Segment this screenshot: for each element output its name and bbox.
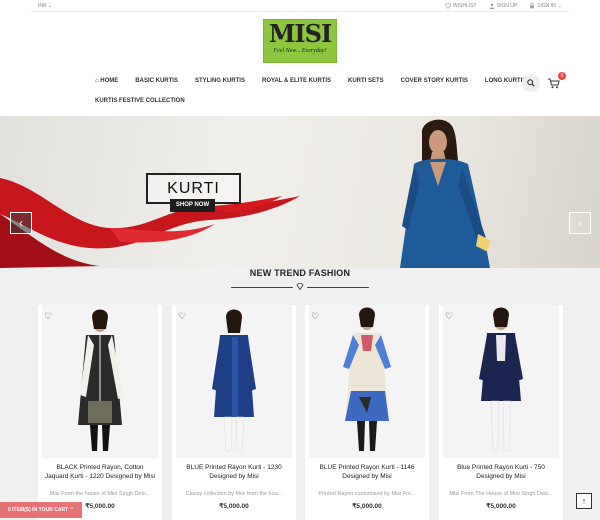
cart-icon [548,78,560,88]
lock-icon [530,3,534,9]
slider-prev-button[interactable]: ‹ [10,212,32,234]
site-logo[interactable]: MISI Feel New... Everyday! [263,19,337,63]
nav-item-kurti-sets[interactable]: KURTI SETS [348,78,384,84]
product-description: Misi From the house of Mini Singh Desi..… [49,491,151,497]
cart-count-badge: 0 [558,72,566,80]
title-divider-left [231,287,293,288]
product-image[interactable] [309,305,425,458]
heart-icon [444,3,451,9]
chevron-up-icon: ⌃ [69,507,74,513]
wishlist-heart-icon[interactable]: ♡ [44,311,52,322]
product-card[interactable]: ♡ Blue Printed Rayon Kurti - 750 Designe… [439,305,563,520]
currency-label: INR [38,3,47,9]
product-name[interactable]: Blue Printed Rayon Kurti - 750 Designed … [445,463,557,481]
wishlist-heart-icon[interactable]: ♡ [178,311,186,322]
product-description: Classy collection by Misi from the hou..… [185,491,283,497]
product-card[interactable]: ♡ BLUE Printed Rayon Kurti - 1146 Design… [305,305,429,520]
model-image [400,119,490,268]
nav-item-cover-story[interactable]: COVER STORY KURTIS [401,78,468,84]
product-photo [343,307,391,451]
logo-brand: MISI [268,19,332,48]
wishlist-heart-icon[interactable]: ♡ [311,311,319,322]
title-divider-right [307,287,369,288]
search-button[interactable] [522,74,540,92]
chevron-right-icon: › [578,216,582,230]
product-photo [78,309,124,451]
hero-banner: KURTI [0,116,600,268]
product-image[interactable] [42,305,158,458]
top-utility-bar: INR ⌄ WISHLIST SIGN UP SIGN IN ⌄ [0,0,600,12]
product-photo [212,309,256,452]
nav-item-styling-kurtis[interactable]: STYLING KURTIS [195,78,245,84]
nav-item-royal-elite[interactable]: ROYAL & ELITE KURTIS [262,78,331,84]
product-name[interactable]: BLUE Printed Rayon Kurti - 1230 Designed… [178,463,290,481]
product-description: Misi From The House of Mini Singh Desi..… [449,491,553,497]
diamond-icon [296,283,304,290]
product-card[interactable]: ♡ BLACK Printed Rayon, Cotton Jaquard Ku… [38,305,162,520]
nav-item-festive-collection[interactable]: KURTIS FESTIVE COLLECTION [95,98,185,104]
wishlist-heart-icon[interactable]: ♡ [445,311,453,322]
product-price: ₹5,000.00 [219,503,249,510]
slider-next-button[interactable]: › [569,212,591,234]
product-price: ₹5,000.00 [486,503,516,510]
cart-summary-bar[interactable]: 0 ITEM(S) IN YOUR CART ⌃ [0,502,82,518]
product-name[interactable]: BLUE Printed Rayon Kurti - 1146 Designed… [311,463,423,481]
product-description: Printed Rayon customised by Misi Fro... [318,491,416,497]
product-image[interactable] [176,305,292,458]
wishlist-link[interactable]: WISHLIST [444,3,477,9]
signin-link[interactable]: SIGN IN ⌄ [529,3,562,9]
product-card[interactable]: ♡ BLUE Printed Rayon Kurti - 1230 Design… [172,305,296,520]
wishlist-label: WISHLIST [452,3,477,9]
scroll-to-top-button[interactable]: ↑ [576,493,592,509]
signup-label: SIGN UP [496,3,518,9]
cart-summary-label: 0 ITEM(S) IN YOUR CART [8,507,69,513]
main-nav: ⌂ HOME BASIC KURTIS STYLING KURTIS ROYAL… [95,78,543,84]
product-photo [479,307,523,452]
currency-selector[interactable]: INR ⌄ [38,3,52,9]
product-image[interactable] [443,305,559,458]
nav-item-home[interactable]: ⌂ HOME [95,78,118,84]
site-header: MISI Feel New... Everyday! ⌂ HOME BASIC … [0,12,600,116]
section-title: NEW TREND FASHION [249,268,351,278]
shop-now-button[interactable]: SHOP NOW [170,199,215,212]
user-icon [489,3,495,9]
product-price: ₹5,000.00 [352,503,382,510]
nav-item-basic-kurtis[interactable]: BASIC KURTIS [135,78,178,84]
signin-label: SIGN IN [537,3,556,9]
product-name[interactable]: BLACK Printed Rayon, Cotton Jaquard Kurt… [44,463,156,481]
nav-item-long-kurtis[interactable]: LONG KURTIS [485,78,526,84]
nav-label: HOME [100,78,119,84]
logo-tagline: Feel New... Everyday! [273,48,327,54]
signup-link[interactable]: SIGN UP [489,3,518,9]
search-icon [527,79,535,87]
arrow-up-icon: ↑ [581,496,587,506]
chevron-left-icon: ‹ [19,216,23,230]
home-icon: ⌂ [95,78,99,84]
